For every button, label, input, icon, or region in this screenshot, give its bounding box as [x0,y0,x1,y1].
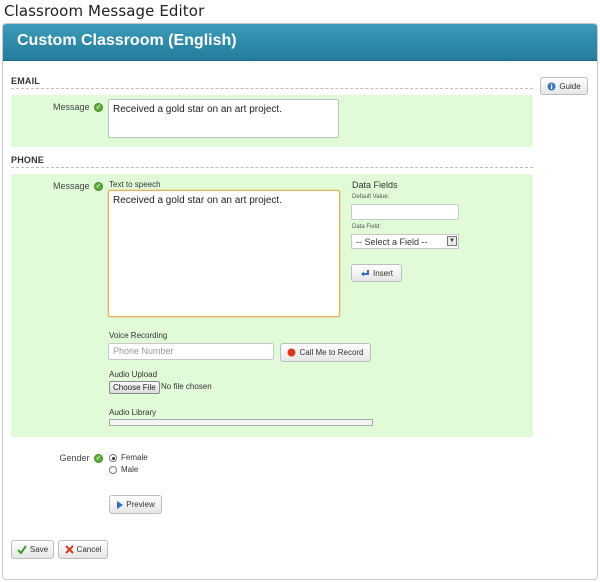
audio-library-selector[interactable] [109,419,373,426]
email-section-label: EMAIL [11,76,40,86]
close-icon [64,545,74,554]
insert-button-label: Insert [372,268,393,278]
call-me-button[interactable]: Call Me to Record [280,343,371,362]
gender-option-female[interactable]: Female [109,453,148,462]
save-button-label: Save [29,545,49,554]
tts-label: Text to speech [109,180,161,189]
cancel-button-label: Cancel [76,545,102,554]
default-value-input[interactable] [351,204,459,220]
window-title: Classroom Message Editor [4,2,205,20]
phone-message-label: Message [52,181,90,191]
play-icon [117,500,124,509]
no-file-text: No file chosen [161,382,212,391]
audio-library-label: Audio Library [109,408,157,417]
insert-button[interactable]: Insert [351,264,402,282]
check-icon: ✓ [94,182,103,192]
radio-selected-icon[interactable] [109,453,117,462]
voice-recording-label: Voice Recording [109,331,168,340]
tts-textarea[interactable]: Received a gold star on an art project. [108,190,340,317]
insert-arrow-icon [360,269,369,276]
audio-upload-label: Audio Upload [109,370,158,379]
cancel-button[interactable]: Cancel [58,540,108,559]
gender-option-label: Male [121,465,139,474]
phone-divider [11,167,533,168]
email-divider [11,88,533,89]
phone-section-label: PHONE [11,155,45,165]
gender-label: Gender [59,453,90,463]
choose-file-button[interactable]: Choose File [109,381,160,394]
check-icon: ✓ [94,103,103,113]
save-button[interactable]: Save [11,540,54,559]
record-icon [287,348,296,357]
email-message-label-row: Message ✓ [33,102,103,113]
panel-heading: Custom Classroom (English) [17,32,237,49]
gender-option-male[interactable]: Male [109,465,138,474]
check-icon: ✓ [94,454,103,464]
panel-header: Custom Classroom (English) [3,24,597,61]
data-fields-title: Data Fields [352,180,398,190]
preview-button[interactable]: Preview [109,495,162,514]
editor-panel: Custom Classroom (English) EMAIL Guide M… [2,23,598,580]
info-icon [547,82,556,90]
radio-icon[interactable] [109,465,117,474]
gender-label-row: Gender ✓ [33,453,103,464]
phone-message-label-row: Message ✓ [33,181,103,192]
data-field-select-value: -- Select a Field -- [356,237,428,247]
gender-option-label: Female [121,453,148,462]
checkmark-icon [17,545,27,554]
phone-number-input[interactable]: Phone Number [108,343,274,360]
email-message-textarea[interactable]: Received a gold star on an art project. [108,99,339,138]
default-value-label: Default Value: [352,194,390,200]
guide-button[interactable]: Guide [540,77,588,95]
data-field-select[interactable]: -- Select a Field -- ▼ [351,234,459,249]
data-field-label: Data Field: [352,224,382,230]
chevron-down-icon: ▼ [447,236,457,246]
call-me-button-label: Call Me to Record [299,348,364,357]
preview-button-label: Preview [126,500,155,509]
guide-button-label: Guide [559,81,581,91]
email-message-label: Message [52,102,90,112]
